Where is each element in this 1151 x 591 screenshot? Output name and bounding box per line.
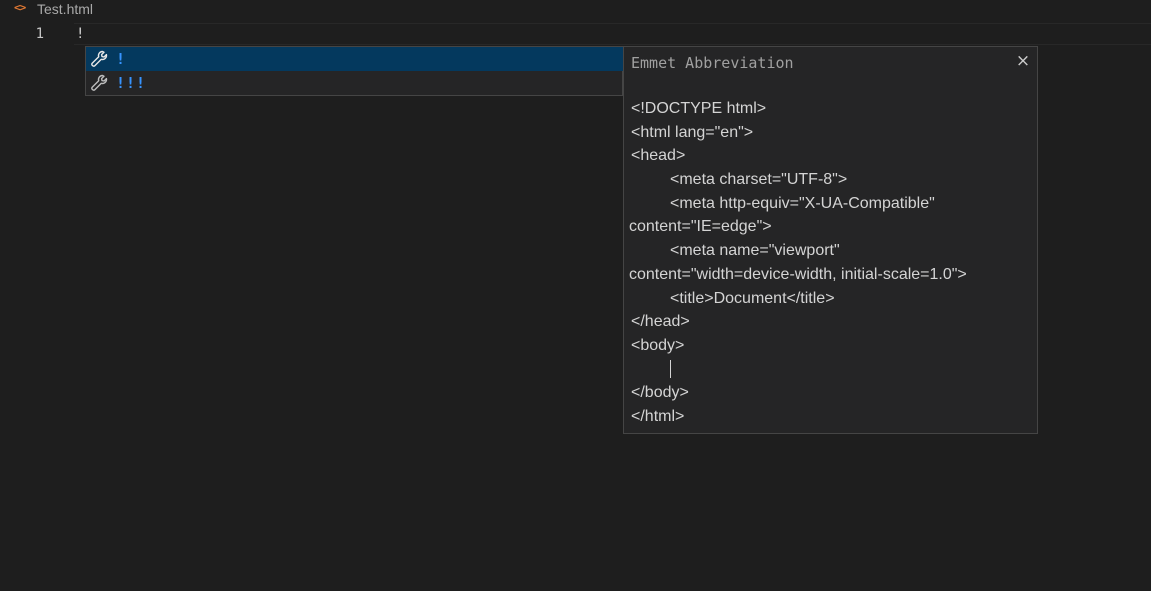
code-line: <html lang="en"> [631,123,754,141]
code-line: content="width=device-width, initial-sca… [629,265,967,283]
suggestion-item[interactable]: !!! [86,71,623,95]
code-line: <title>Document</title> [670,289,835,307]
wrench-icon [91,74,108,91]
close-icon[interactable]: × [1013,51,1033,71]
editor-line-text[interactable]: ! [76,24,84,44]
code-line: <meta charset="UTF-8"> [670,171,848,189]
suggestion-label: ! [116,50,127,68]
suggest-widget: ! !!! [85,46,623,96]
editor-window: <> Test.html 1 ! ! !!! Emmet Abbreviatio… [0,0,1151,591]
code-line: </html> [631,407,685,425]
code-line: content="IE=edge"> [629,218,772,236]
suggest-details-panel: Emmet Abbreviation × <!DOCTYPE html> <ht… [623,46,1038,434]
line-number: 1 [35,26,44,42]
code-line: <meta name="viewport" [670,242,840,260]
code-line: </head> [631,313,690,331]
suggestion-label: !!! [116,74,147,92]
code-line: </body> [631,384,689,402]
code-line: <!DOCTYPE html> [631,100,767,117]
details-title: Emmet Abbreviation [631,54,794,72]
suggestion-item[interactable]: ! [86,47,623,71]
html-file-icon: <> [14,1,26,14]
current-line-highlight [74,23,1151,45]
wrench-icon [91,50,108,67]
code-line: <head> [631,147,686,165]
code-line: <body> [631,336,685,354]
breadcrumb[interactable]: <> Test.html [0,0,1151,22]
code-line-cursor [631,358,1031,382]
breadcrumb-file-name[interactable]: Test.html [37,0,93,18]
text-cursor [670,360,671,379]
code-line: <meta http-equiv="X-UA-Compatible" [670,194,935,212]
details-code-preview: <!DOCTYPE html> <html lang="en"> <head> … [629,97,1031,429]
